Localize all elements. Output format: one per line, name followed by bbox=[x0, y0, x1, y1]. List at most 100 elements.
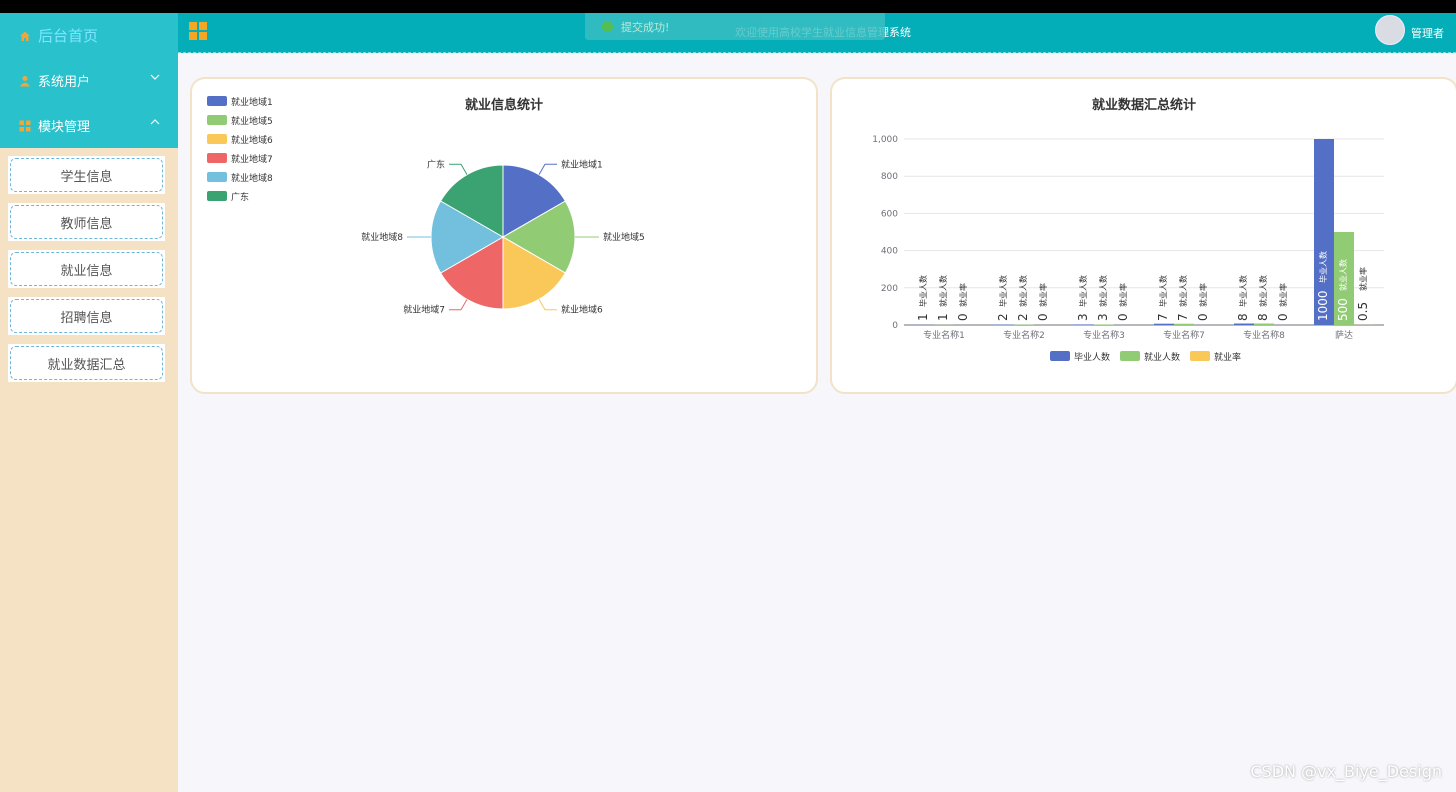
bar-y-tick-label: 200 bbox=[881, 284, 898, 294]
bar-data-label-group: 7 就业人数 bbox=[1176, 275, 1190, 321]
bar-data-label-group: 8 就业人数 bbox=[1256, 275, 1270, 321]
pie-legend-label[interactable]: 就业地域7 bbox=[231, 153, 273, 165]
submenu-item-wrap: 就业数据汇总 bbox=[8, 344, 165, 382]
submenu: 学生信息 教师信息 就业信息 招聘信息 就业数据汇总 bbox=[0, 148, 178, 382]
submenu-item-employment-summary[interactable]: 就业数据汇总 bbox=[10, 346, 163, 380]
bar-data-series-label: 毕业人数 bbox=[918, 275, 928, 307]
bar-y-tick-label: 0 bbox=[892, 321, 898, 331]
bar-legend-label[interactable]: 毕业人数 bbox=[1074, 351, 1110, 363]
bar-data-label: 7 bbox=[1176, 313, 1190, 321]
bar-data-series-label: 毕业人数 bbox=[1158, 275, 1168, 307]
bar-data-series-label: 就业人数 bbox=[1258, 275, 1268, 307]
watermark: CSDN @vx_Biye_Design bbox=[1250, 762, 1442, 781]
bar-mark[interactable] bbox=[1234, 323, 1254, 325]
submenu-item-wrap: 招聘信息 bbox=[8, 297, 165, 335]
pie-legend-swatch[interactable] bbox=[207, 191, 227, 201]
bar-data-label: 0.5 bbox=[1356, 302, 1370, 321]
bar-data-label-group: 7 毕业人数 bbox=[1156, 275, 1170, 321]
pie-slice-label: 就业地域5 bbox=[603, 231, 645, 243]
bar-data-series-label: 就业率 bbox=[1038, 283, 1048, 307]
sidebar-group-label: 模块管理 bbox=[38, 120, 91, 135]
bar-data-label: 1 bbox=[936, 313, 950, 321]
top-black-strip bbox=[0, 0, 1456, 13]
sidebar-group-system-users[interactable]: 系统用户 bbox=[0, 58, 178, 103]
submenu-item-employment-info[interactable]: 就业信息 bbox=[10, 252, 163, 286]
bar-data-series-label: 就业人数 bbox=[1178, 275, 1188, 307]
bar-data-series-label: 就业人数 bbox=[1018, 275, 1028, 307]
pie-label-line bbox=[449, 299, 468, 311]
bar-data-label: 0 bbox=[1116, 313, 1130, 321]
bar-data-series-label: 就业率 bbox=[1358, 267, 1368, 291]
bar-data-label-group: 1 就业人数 bbox=[936, 275, 950, 321]
bar-data-label-group: 8 毕业人数 bbox=[1236, 275, 1250, 321]
bar-x-tick-label: 专业名称7 bbox=[1163, 329, 1205, 341]
bar-data-label: 500 bbox=[1336, 298, 1350, 321]
bar-data-label: 8 bbox=[1236, 313, 1250, 321]
bar-card: 就业数据汇总统计 0 200 400 600 800 1,000 专业名称1 1 毕业人数 1 就业… bbox=[830, 77, 1456, 394]
bar-data-label: 0 bbox=[1196, 313, 1210, 321]
bar-data-series-label: 就业人数 bbox=[938, 275, 948, 307]
submenu-item-wrap: 教师信息 bbox=[8, 203, 165, 241]
bar-data-series-label: 毕业人数 bbox=[1318, 251, 1328, 283]
pie-legend-label[interactable]: 就业地域6 bbox=[231, 134, 273, 146]
bar-x-tick-label: 萨达 bbox=[1335, 329, 1353, 341]
pie-legend-swatch[interactable] bbox=[207, 172, 227, 182]
bar-data-label: 0 bbox=[1276, 313, 1290, 321]
bar-data-series-label: 毕业人数 bbox=[1078, 275, 1088, 307]
sidebar-item-home[interactable]: 后台首页 bbox=[0, 13, 178, 58]
bar-x-tick-label: 专业名称2 bbox=[1003, 329, 1045, 341]
submenu-item-teacher-info[interactable]: 教师信息 bbox=[10, 205, 163, 239]
bar-data-series-label: 毕业人数 bbox=[1238, 275, 1248, 307]
submenu-item-recruitment-info[interactable]: 招聘信息 bbox=[10, 299, 163, 333]
bar-legend-label[interactable]: 就业人数 bbox=[1144, 351, 1180, 363]
bar-data-label-group: 0 就业率 bbox=[1116, 283, 1130, 321]
bar-mark[interactable] bbox=[1154, 323, 1174, 325]
bar-data-series-label: 毕业人数 bbox=[998, 275, 1008, 307]
bar-data-series-label: 就业率 bbox=[1118, 283, 1128, 307]
chevron-up-icon bbox=[150, 119, 160, 125]
pie-slice-label: 就业地域1 bbox=[561, 158, 603, 170]
bar-y-tick-label: 600 bbox=[881, 209, 898, 219]
bar-mark[interactable] bbox=[1094, 324, 1114, 325]
bar-legend-swatch[interactable] bbox=[1120, 351, 1140, 361]
submenu-item-wrap: 学生信息 bbox=[8, 156, 165, 194]
home-icon bbox=[18, 29, 32, 43]
bar-data-series-label: 就业率 bbox=[1278, 283, 1288, 307]
sidebar-group-module-management[interactable]: 模块管理 bbox=[0, 103, 178, 148]
pie-slice-label: 就业地域8 bbox=[361, 231, 403, 243]
pie-legend-swatch[interactable] bbox=[207, 134, 227, 144]
pie-legend-label[interactable]: 广东 bbox=[231, 191, 249, 203]
pie-legend-swatch[interactable] bbox=[207, 153, 227, 163]
pie-legend-label[interactable]: 就业地域5 bbox=[231, 115, 273, 127]
bar-data-label-group: 2 就业人数 bbox=[1016, 275, 1030, 321]
success-toast: 提交成功! bbox=[585, 13, 885, 40]
bar-data-label: 8 bbox=[1256, 313, 1270, 321]
bar-data-label: 0 bbox=[956, 313, 970, 321]
chevron-down-icon bbox=[150, 74, 160, 80]
bar-data-label-group: 3 毕业人数 bbox=[1076, 275, 1090, 321]
bar-legend-swatch[interactable] bbox=[1050, 351, 1070, 361]
submenu-item-wrap: 就业信息 bbox=[8, 250, 165, 288]
bar-mark[interactable] bbox=[1074, 324, 1094, 325]
pie-legend-label[interactable]: 就业地域8 bbox=[231, 172, 273, 184]
avatar[interactable] bbox=[1375, 15, 1405, 45]
submenu-item-student-info[interactable]: 学生信息 bbox=[10, 158, 163, 192]
user-name[interactable]: 管理者 bbox=[1411, 25, 1444, 41]
pie-legend-swatch[interactable] bbox=[207, 115, 227, 125]
sidebar-group-label: 系统用户 bbox=[38, 75, 91, 90]
bar-data-label-group: 0 就业率 bbox=[956, 283, 970, 321]
check-icon bbox=[602, 21, 613, 32]
bar-legend-label[interactable]: 就业率 bbox=[1214, 351, 1241, 363]
bar-legend-swatch[interactable] bbox=[1190, 351, 1210, 361]
bar-data-series-label: 就业率 bbox=[1198, 283, 1208, 307]
bar-mark[interactable] bbox=[1174, 323, 1194, 325]
bar-x-tick-label: 专业名称1 bbox=[923, 329, 965, 341]
bar-data-label: 1 bbox=[916, 313, 930, 321]
bar-data-label-group: 0.5 就业率 bbox=[1356, 267, 1370, 321]
bar-data-label-group: 3 就业人数 bbox=[1096, 275, 1110, 321]
pie-label-line bbox=[449, 163, 468, 175]
bar-data-label: 2 bbox=[1016, 313, 1030, 321]
bar-mark[interactable] bbox=[1254, 323, 1274, 325]
bar-data-label: 3 bbox=[1076, 313, 1090, 321]
bar-card-title: 就业数据汇总统计 bbox=[1091, 98, 1196, 113]
